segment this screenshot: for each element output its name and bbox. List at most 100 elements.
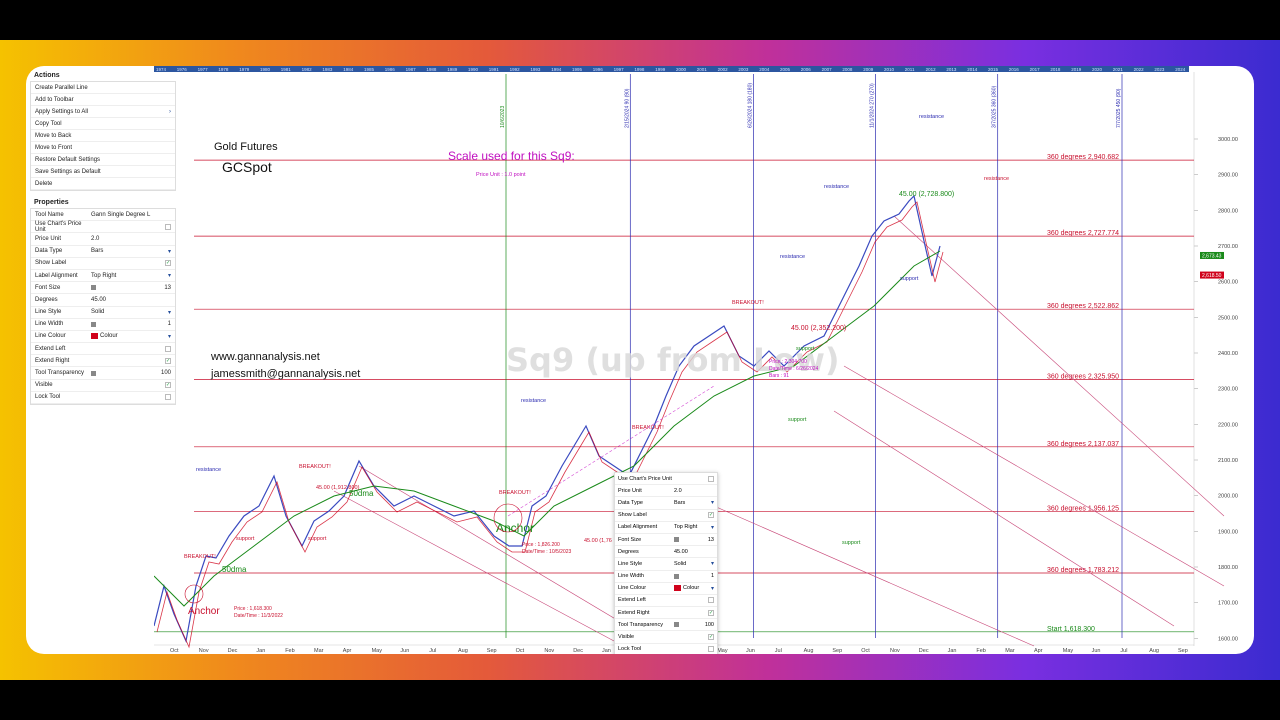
gann-angle-label: 45.00 (1,76 <box>584 538 612 544</box>
slider-thumb[interactable] <box>674 622 679 628</box>
slider-thumb[interactable] <box>674 573 679 579</box>
year-label: 1993 <box>530 67 541 72</box>
property-slider[interactable]: 13 <box>674 537 714 543</box>
year-label: 2018 <box>1050 67 1061 72</box>
support-label: support <box>788 417 807 423</box>
property-value: Colour <box>100 333 118 340</box>
property-select[interactable]: Solid ▾ <box>674 560 714 568</box>
month-tick-label: Feb <box>285 648 294 654</box>
checkmark-icon[interactable]: ✓ <box>708 634 714 641</box>
price-tag-label: 2,673.43 <box>1202 253 1222 259</box>
checkbox-icon[interactable] <box>708 475 714 482</box>
year-label: 1974 <box>156 67 167 72</box>
website-text: www.gannanalysis.net <box>210 351 320 363</box>
anchor-date: Date/Time : 10/5/2023 <box>522 549 572 555</box>
year-label: 1992 <box>510 67 521 72</box>
degree-line-label: 360 degrees 2,522.862 <box>1047 303 1119 310</box>
price-tag-label: 2,618.50 <box>1202 273 1222 279</box>
slider-thumb[interactable] <box>91 370 96 376</box>
property-checkbox[interactable]: ✓ <box>674 634 714 641</box>
slider-thumb[interactable] <box>674 537 679 543</box>
resistance-label: resistance <box>824 184 849 190</box>
property-checkbox[interactable]: ✓ <box>674 512 714 519</box>
property-label: Show Label <box>35 260 67 267</box>
price-series <box>153 194 941 644</box>
property-label: Show Label <box>618 512 647 519</box>
action-label: Apply Settings to All <box>35 108 89 115</box>
property-checkbox[interactable] <box>674 646 714 653</box>
property-input[interactable]: 45.00 <box>674 549 714 555</box>
checkbox-icon[interactable] <box>708 646 714 653</box>
action-label: Add to Toolbar <box>35 96 74 103</box>
month-tick-label: Jul <box>1120 648 1127 654</box>
anchor-date: Date/Time : 11/3/2022 <box>234 613 283 619</box>
checkbox-icon[interactable] <box>708 597 714 604</box>
property-row: Line Style Solid ▾ <box>615 558 717 571</box>
year-label: 2022 <box>1134 67 1145 72</box>
checkmark-icon[interactable]: ✓ <box>708 512 714 519</box>
property-value: Solid <box>91 309 105 316</box>
month-tick-label: Jun <box>746 648 755 654</box>
property-label: Label Alignment <box>618 524 658 531</box>
property-popup[interactable]: Use Chart's Price Unit Price Unit 2.0 Data … <box>614 472 718 654</box>
property-label: Degrees <box>35 296 58 303</box>
action-label: Delete <box>35 180 53 187</box>
property-label: Font Size <box>618 536 642 543</box>
property-checkbox[interactable] <box>674 597 714 604</box>
year-label: 2008 <box>842 67 853 72</box>
property-label: Line Width <box>618 573 644 580</box>
property-label: Degrees <box>618 548 639 555</box>
start-line-label: Start 1,618.300 <box>1047 626 1095 633</box>
year-label: 1998 <box>634 67 645 72</box>
price-tick-label: 2300.00 <box>1218 387 1238 393</box>
property-label: Line Width <box>35 321 64 328</box>
month-tick-label: Sep <box>1178 648 1188 654</box>
property-input[interactable]: 2.0 <box>674 488 714 494</box>
property-select[interactable]: Top Right ▾ <box>674 524 714 531</box>
year-label: 2005 <box>780 67 791 72</box>
price-tick-label: 2700.00 <box>1218 244 1238 250</box>
year-label: 1976 <box>177 67 188 72</box>
chevron-down-icon: ▾ <box>710 585 714 592</box>
property-label: Label Alignment <box>35 272 78 279</box>
property-value: Bars <box>91 248 104 255</box>
property-color-picker[interactable]: Colour ▾ <box>674 585 714 592</box>
price-tick-label: 3000.00 <box>1218 137 1238 143</box>
anchor-price: Price : 1,618.300 <box>234 606 272 612</box>
slider-thumb[interactable] <box>91 321 96 327</box>
month-tick-label: May <box>372 648 383 654</box>
property-label: Line Colour <box>618 585 647 592</box>
support-label: support <box>900 276 919 282</box>
breakout-label: BREAKOUT! <box>184 554 216 560</box>
month-tick-label: Dec <box>228 648 238 654</box>
property-checkbox[interactable] <box>674 475 714 482</box>
property-select[interactable]: Bars ▾ <box>674 499 714 507</box>
property-value: 1 <box>710 573 714 580</box>
month-tick-label: Mar <box>1005 648 1015 654</box>
year-label: 1985 <box>364 67 375 72</box>
year-label: 2017 <box>1030 67 1041 72</box>
property-label: Line Colour <box>35 333 66 340</box>
property-slider[interactable]: 100 <box>674 622 714 628</box>
property-checkbox[interactable]: ✓ <box>674 609 714 616</box>
price-tick-label: 2900.00 <box>1218 173 1238 179</box>
resistance-label: resistance <box>521 398 546 404</box>
property-row: Show Label ✓ <box>615 510 717 522</box>
checkmark-icon[interactable]: ✓ <box>708 609 714 616</box>
support-label: support <box>796 346 815 352</box>
slider-thumb[interactable] <box>91 285 96 291</box>
property-slider[interactable]: 1 <box>674 573 714 579</box>
year-label: 1986 <box>385 67 396 72</box>
year-label: 2013 <box>946 67 957 72</box>
instrument-title: Gold Futures <box>214 141 278 153</box>
year-label: 1987 <box>406 67 417 72</box>
action-label: Save Settings as Default <box>35 168 101 175</box>
year-label: 2000 <box>676 67 687 72</box>
anchor-label: Anchor <box>188 606 220 617</box>
year-label: 2012 <box>926 67 937 72</box>
year-label: 1979 <box>239 67 250 72</box>
month-tick-label: May <box>1063 648 1074 654</box>
property-value: Top Right <box>674 524 698 531</box>
chevron-down-icon: ▾ <box>710 500 714 507</box>
year-label: 2006 <box>801 67 812 72</box>
